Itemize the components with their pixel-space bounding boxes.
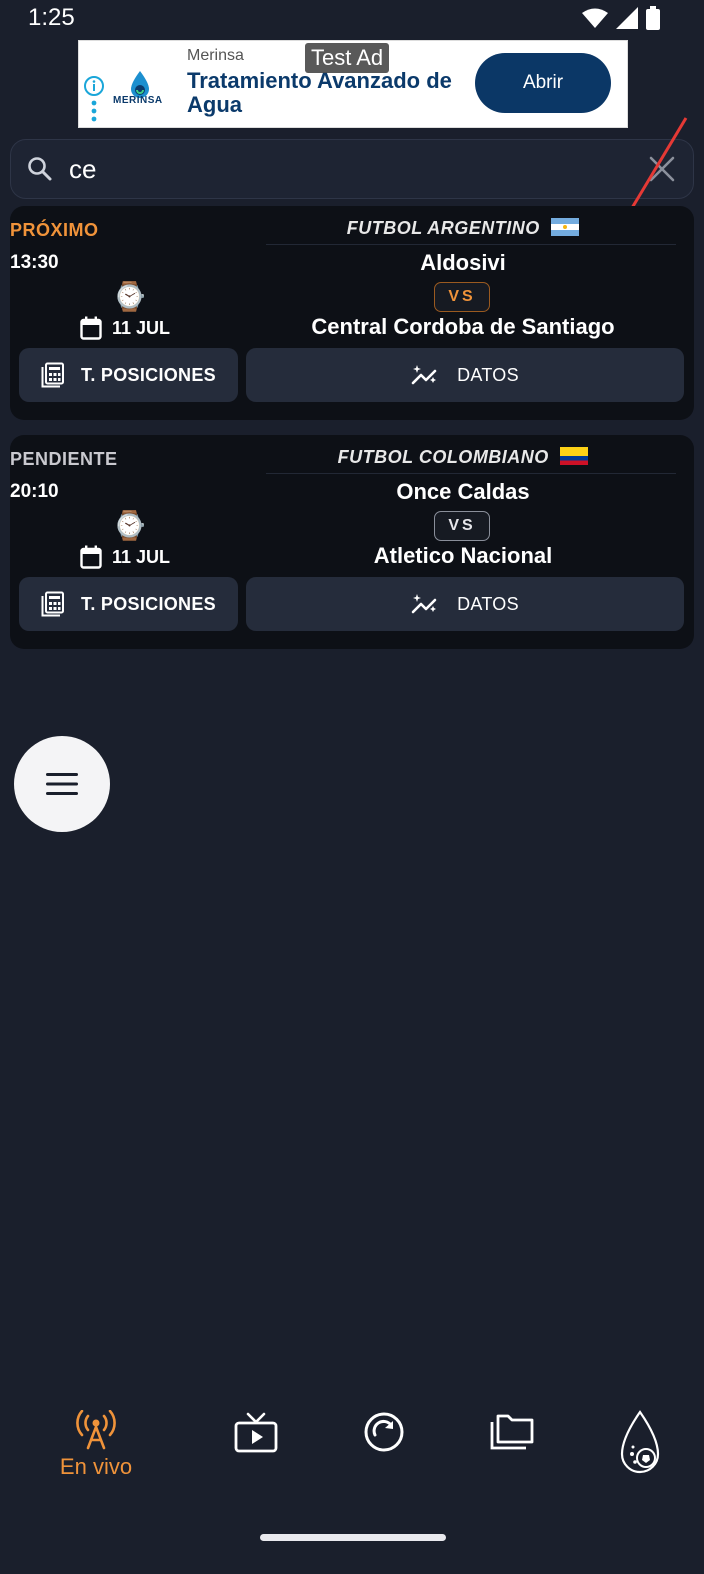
calendar-icon — [80, 545, 102, 569]
data-label: DATOS — [457, 364, 519, 385]
tv-icon — [234, 1412, 278, 1453]
match-time: 20:10 — [10, 481, 59, 502]
nav-folders[interactable] — [452, 1410, 572, 1500]
home-indicator[interactable] — [260, 1534, 446, 1541]
search-icon — [28, 157, 52, 181]
folders-icon — [490, 1414, 534, 1450]
refresh-circle-icon — [364, 1412, 404, 1452]
close-icon[interactable] — [647, 154, 677, 184]
ad-open-button[interactable]: Abrir — [475, 53, 611, 113]
match-date-text: 11 JUL — [112, 317, 171, 338]
status-icons — [582, 6, 660, 30]
match-card[interactable]: PRÓXIMO 13:30 ⌚ 11 JUL FUTBOL ARGENTINO … — [10, 206, 694, 420]
match-card[interactable]: PENDIENTE 20:10 ⌚ 11 JUL FUTBOL COLOMBIA… — [10, 435, 694, 649]
standings-label: T. POSICIONES — [81, 364, 216, 385]
league-divider — [266, 473, 676, 474]
status-time: 1:25 — [28, 4, 75, 31]
colombia-flag-icon — [560, 447, 589, 465]
drop-ball-icon — [620, 1410, 660, 1474]
home-team: Once Caldas — [396, 479, 530, 504]
argentina-flag-icon — [551, 218, 580, 236]
away-team: Atletico Nacional — [373, 543, 553, 568]
match-date: 11 JUL — [80, 316, 170, 340]
search-bar[interactable]: ce — [10, 139, 694, 199]
standings-button[interactable]: T. POSICIONES — [19, 577, 238, 631]
data-button[interactable]: DATOS — [246, 577, 684, 631]
data-label: DATOS — [457, 593, 519, 614]
status-bar: 1:25 — [0, 0, 704, 36]
data-button[interactable]: DATOS — [246, 348, 684, 402]
table-calculator-icon — [41, 362, 65, 388]
match-state: PRÓXIMO — [10, 220, 99, 240]
ad-headline[interactable]: Tratamiento Avanzado de Agua — [187, 69, 467, 117]
league-name: FUTBOL COLOMBIANO — [337, 447, 549, 467]
standings-label: T. POSICIONES — [81, 593, 216, 614]
away-team: Central Cordoba de Santiago — [311, 314, 615, 339]
menu-fab-button[interactable] — [14, 736, 110, 832]
nav-replay[interactable] — [324, 1410, 444, 1500]
league-title: FUTBOL COLOMBIANO — [258, 447, 668, 468]
standings-button[interactable]: T. POSICIONES — [19, 348, 238, 402]
battery-icon — [646, 6, 660, 30]
vs-badge: VS — [434, 511, 490, 541]
match-date: 11 JUL — [80, 545, 170, 569]
ad-banner[interactable]: MERINSA Merinsa Tratamiento Avanzado de … — [78, 40, 628, 128]
hamburger-menu-icon — [46, 773, 78, 795]
match-date-text: 11 JUL — [112, 546, 171, 567]
nav-live-label: En vivo — [59, 1454, 133, 1479]
ad-logo-text: MERINSA — [113, 95, 163, 106]
watch-icon: ⌚ — [112, 281, 147, 312]
wifi-icon — [582, 8, 608, 28]
match-time: 13:30 — [10, 252, 59, 273]
calendar-icon — [80, 316, 102, 340]
test-ad-badge: Test Ad — [305, 43, 390, 73]
nav-tv[interactable] — [196, 1410, 316, 1500]
ad-brand: Merinsa — [187, 47, 244, 64]
vs-badge: VS — [434, 282, 490, 312]
broadcast-icon — [76, 1410, 116, 1450]
watch-icon: ⌚ — [112, 510, 147, 541]
chart-sparkle-icon — [411, 594, 437, 614]
league-title: FUTBOL ARGENTINO — [258, 218, 668, 239]
bottom-navigation: En vivo — [0, 1410, 704, 1510]
search-input[interactable]: ce — [69, 154, 96, 185]
league-name: FUTBOL ARGENTINO — [346, 218, 540, 238]
ad-info-icon[interactable] — [83, 75, 105, 127]
league-divider — [266, 244, 676, 245]
chart-sparkle-icon — [411, 365, 437, 385]
signal-icon — [616, 7, 638, 29]
nav-sport-drop[interactable] — [580, 1410, 700, 1500]
home-team: Aldosivi — [420, 250, 506, 275]
match-state: PENDIENTE — [10, 449, 118, 469]
table-calculator-icon — [41, 591, 65, 617]
nav-live[interactable]: En vivo — [36, 1410, 156, 1500]
